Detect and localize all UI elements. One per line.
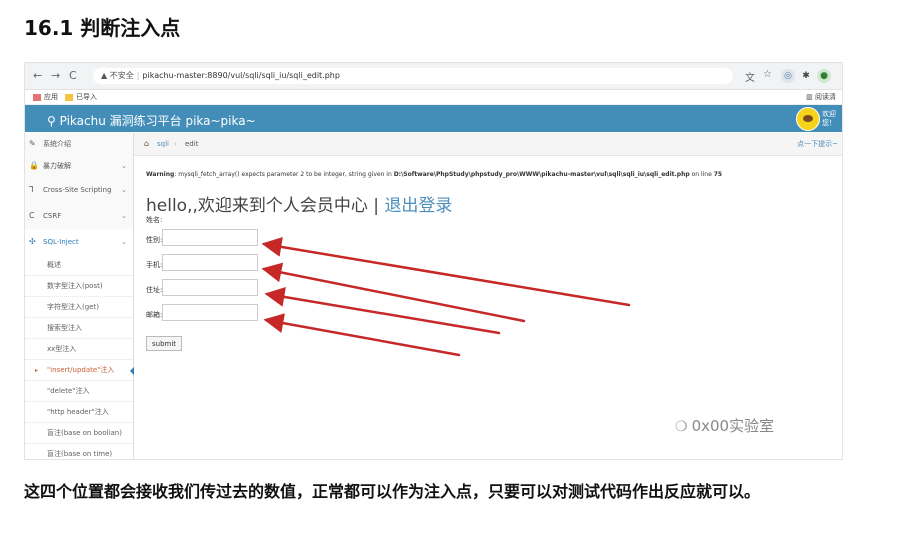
- profile-icon[interactable]: ●: [817, 69, 831, 83]
- sidebar-item-xss[interactable]: ⅂ Cross-Site Scripting ⌄: [25, 177, 133, 204]
- chevron-down-icon: ⌄: [121, 186, 127, 194]
- sqli-icon: ✣: [29, 237, 36, 246]
- reload-button[interactable]: C: [69, 69, 77, 82]
- back-button[interactable]: ←: [33, 69, 42, 82]
- section-heading: 16.1 判断注入点: [24, 16, 181, 40]
- bookmarks-bar: 应用 已导入 ▥ 阅读清: [25, 90, 842, 105]
- sidebar-item-bruteforce[interactable]: 🔒 暴力破解 ⌄: [25, 155, 133, 178]
- xss-icon: ⅂: [29, 185, 34, 194]
- security-warning: ▲ 不安全: [101, 71, 134, 80]
- csrf-icon: C: [29, 211, 35, 220]
- forward-button[interactable]: →: [51, 69, 60, 82]
- submenu-item[interactable]: 字符型注入(get): [25, 297, 133, 318]
- bookmark-imported[interactable]: 已导入: [65, 90, 97, 104]
- main-content: ⌂ sqli › edit 点一下提示~ Warning: mysqli_fet…: [134, 133, 842, 459]
- address-bar[interactable]: ▲ 不安全 | pikachu-master:8890/vul/sqli/sqli_…: [93, 68, 733, 84]
- app-brand[interactable]: ⚲ Pikachu 漏洞练习平台 pika~pika~: [47, 112, 256, 129]
- arrow-phone: [261, 262, 526, 323]
- arrow-gender: [261, 237, 631, 307]
- star-icon[interactable]: ☆: [763, 69, 772, 80]
- browser-screenshot: ← → C ▲ 不安全 | pikachu-master:8890/vul/sqli…: [24, 62, 843, 460]
- bookmark-apps[interactable]: 应用: [33, 90, 58, 104]
- submenu-item[interactable]: 数字型注入(post): [25, 276, 133, 297]
- lock-icon: 🔒: [29, 161, 39, 170]
- translate-icon[interactable]: 文: [745, 69, 755, 84]
- avatar: [795, 107, 820, 131]
- watermark: ❍ 0x00实验室: [675, 417, 775, 435]
- submenu-item[interactable]: 概述: [25, 255, 133, 276]
- sidebar: ✎ 系统介绍 🔒 暴力破解 ⌄ ⅂ Cross-Site Scripting ⌄ C CSR…: [25, 133, 136, 459]
- user-menu[interactable]: 欢迎 您！: [795, 107, 836, 131]
- wechat-icon: ❍: [675, 419, 688, 435]
- url-text: pikachu-master:8890/vul/sqli/sqli_iu/sql…: [142, 71, 340, 80]
- submenu-item[interactable]: "http header"注入: [25, 402, 133, 423]
- submenu-item[interactable]: 盲注(base on boolian): [25, 423, 133, 444]
- arrow-email: [263, 313, 461, 357]
- caption-text: 这四个位置都会接收我们传过去的数值，正常都可以作为注入点，只要可以对测试代码作出…: [24, 482, 761, 501]
- annotation-arrows: [261, 237, 631, 357]
- chevron-down-icon: ⌄: [121, 162, 127, 170]
- submenu-item-current[interactable]: "insert/update"注入: [25, 360, 136, 381]
- extension-icon[interactable]: ◎: [781, 69, 795, 83]
- sidebar-item-csrf[interactable]: C CSRF ⌄: [25, 203, 133, 230]
- chevron-down-icon: ⌄: [121, 212, 127, 220]
- chevron-up-icon: ⌄: [121, 238, 127, 246]
- submenu-item[interactable]: 盲注(base on time): [25, 444, 133, 459]
- puzzle-icon[interactable]: ✱: [799, 69, 813, 83]
- sidebar-item-sqli[interactable]: ✣ SQL-Inject ⌄: [25, 229, 133, 256]
- submenu-item[interactable]: 搜索型注入: [25, 318, 133, 339]
- brand-icon: ⚲: [47, 114, 60, 128]
- submenu-item[interactable]: xx型注入: [25, 339, 133, 360]
- reading-list[interactable]: ▥ 阅读清: [806, 90, 836, 104]
- app-header: ⚲ Pikachu 漏洞练习平台 pika~pika~ 欢迎 您！: [25, 105, 842, 132]
- browser-toolbar: ← → C ▲ 不安全 | pikachu-master:8890/vul/sqli…: [25, 63, 842, 90]
- pencil-icon: ✎: [29, 139, 36, 148]
- submenu-item[interactable]: "delete"注入: [25, 381, 133, 402]
- sidebar-item-intro[interactable]: ✎ 系统介绍: [25, 133, 133, 156]
